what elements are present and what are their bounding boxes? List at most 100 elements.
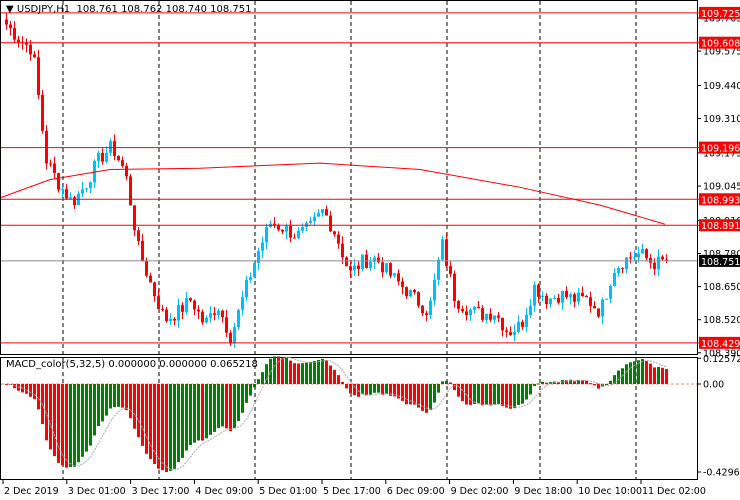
candle-body: [89, 182, 92, 189]
macd-bar: [197, 384, 200, 441]
candle-body: [537, 284, 540, 297]
candle-body: [197, 309, 200, 312]
candle-body: [301, 226, 304, 231]
candle-body: [53, 163, 56, 174]
candle-body: [421, 305, 424, 314]
candle-body: [637, 253, 640, 258]
macd-bar: [169, 384, 172, 471]
candle-body: [65, 189, 68, 199]
price-chart[interactable]: 109.705109.575109.440109.310109.175109.0…: [0, 0, 740, 500]
level-label: 109.196: [701, 144, 740, 155]
candle-body: [209, 313, 212, 318]
candle-body: [125, 165, 128, 177]
macd-bar: [473, 384, 476, 404]
candle-body: [5, 19, 8, 25]
candle-body: [217, 310, 220, 315]
candle-body: [277, 225, 280, 230]
candle-body: [457, 300, 460, 309]
time-label: 9 Dec 02:00: [451, 486, 509, 497]
candle-body: [61, 189, 64, 191]
macd-bar: [401, 384, 404, 401]
macd-bar: [237, 384, 240, 422]
candle-body: [489, 313, 492, 320]
time-label: 5 Dec 17:00: [323, 486, 381, 497]
macd-bar: [141, 384, 144, 446]
candle-body: [297, 230, 300, 238]
candle-body: [333, 231, 336, 235]
macd-tick-label: -0.42968: [703, 468, 740, 479]
candle-body: [101, 152, 104, 162]
macd-bar: [305, 362, 308, 384]
price-tick-label: 109.045: [703, 182, 740, 193]
macd-bar: [573, 381, 576, 384]
macd-bar: [209, 384, 212, 435]
macd-bar: [29, 384, 32, 397]
macd-bar: [321, 358, 324, 384]
macd-bar: [661, 367, 664, 384]
candle-body: [657, 256, 660, 270]
macd-bar: [585, 380, 588, 384]
candle-body: [401, 281, 404, 288]
current-price-label: 108.751: [701, 257, 740, 268]
macd-bar: [373, 384, 376, 393]
macd-bar: [69, 384, 72, 468]
ohlc-values: 108.761 108.762 108.740 108.751: [76, 4, 252, 15]
macd-bar: [517, 384, 520, 405]
candle-body: [17, 39, 20, 43]
macd-bar: [189, 384, 192, 446]
macd-bar: [205, 384, 208, 439]
candle-body: [497, 315, 500, 318]
candle-body: [133, 205, 136, 231]
level-label: 108.891: [701, 221, 740, 232]
macd-bar: [461, 384, 464, 402]
candle-body: [549, 298, 552, 305]
macd-bar: [289, 360, 292, 384]
candle-body: [193, 300, 196, 310]
candle-body: [37, 57, 40, 95]
candle-body: [493, 315, 496, 320]
candle-body: [417, 292, 420, 306]
candle-body: [413, 289, 416, 293]
macd-bar: [85, 384, 88, 452]
time-label: 9 Dec 18:00: [514, 486, 572, 497]
macd-bar: [145, 384, 148, 454]
candle-body: [153, 282, 156, 297]
candle-body: [561, 290, 564, 303]
candle-body: [189, 298, 192, 301]
candle-body: [233, 327, 236, 344]
macd-bar: [133, 384, 136, 429]
macd-bar: [301, 363, 304, 384]
candle-body: [577, 292, 580, 302]
macd-bar: [521, 384, 524, 404]
candle-body: [449, 266, 452, 274]
macd-bar: [57, 384, 60, 463]
candle-body: [385, 263, 388, 273]
candle-body: [597, 308, 600, 317]
macd-bar: [221, 384, 224, 427]
candle-body: [341, 243, 344, 258]
candle-body: [573, 294, 576, 302]
candle-body: [389, 263, 392, 276]
macd-bar: [665, 368, 668, 384]
macd-bar: [613, 375, 616, 384]
candle-body: [445, 239, 448, 267]
macd-bar: [329, 365, 332, 384]
time-label: 10 Dec 10:00: [578, 486, 642, 497]
macd-bar: [129, 384, 132, 419]
macd-bar: [497, 384, 500, 404]
time-label: 6 Dec 09:00: [387, 486, 445, 497]
dropdown-triangle-icon[interactable]: ▼: [6, 4, 17, 15]
macd-bar: [277, 356, 280, 384]
candle-body: [105, 152, 108, 162]
candle-body: [653, 262, 656, 270]
macd-bar: [165, 384, 168, 472]
candle-body: [357, 265, 360, 269]
candle-body: [57, 173, 60, 190]
macd-bar: [253, 384, 256, 388]
macd-bar: [317, 359, 320, 384]
macd-bar: [193, 384, 196, 443]
candle-body: [345, 257, 348, 267]
level-label: 108.993: [701, 195, 740, 206]
macd-bar: [229, 384, 232, 432]
macd-bar: [241, 384, 244, 413]
